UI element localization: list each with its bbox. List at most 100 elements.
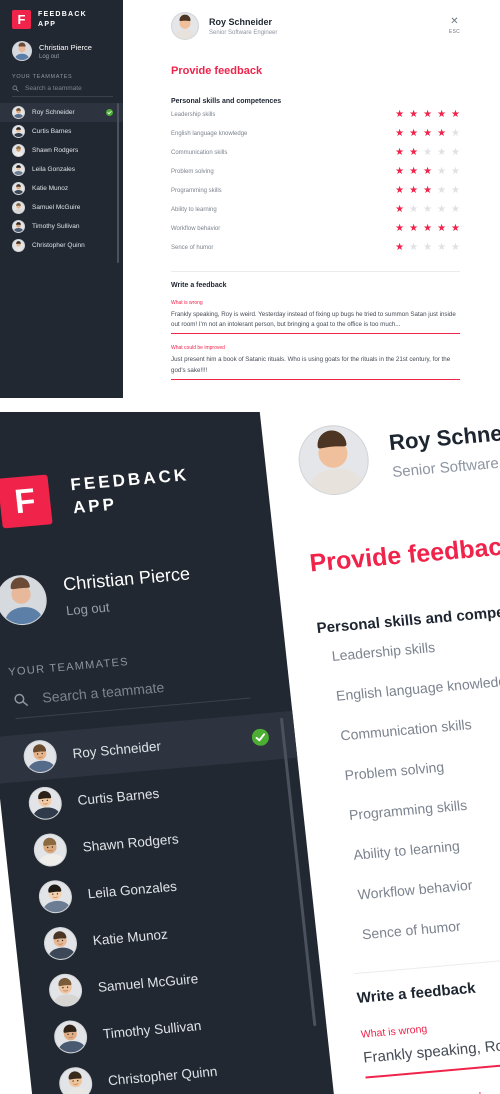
star-icon[interactable]: ★ — [409, 147, 418, 158]
list-item[interactable]: Timothy Sullivan — [0, 217, 123, 236]
star-icon[interactable]: ★ — [451, 204, 460, 215]
star-icon[interactable]: ★ — [423, 109, 432, 120]
avatar — [21, 738, 59, 775]
list-item-label: Curtis Barnes — [32, 128, 72, 135]
close-label: ESC — [448, 29, 460, 35]
list-item[interactable]: Katie Munoz — [0, 179, 123, 198]
star-icon[interactable]: ★ — [395, 223, 404, 234]
feedback-fields: What is wrongFrankly speaking, Roy is we… — [360, 941, 500, 1094]
star-icon[interactable]: ★ — [451, 242, 460, 253]
star-icon[interactable]: ★ — [451, 109, 460, 120]
skills-list: Leadership skills★★★★★English language k… — [318, 610, 500, 955]
star-rating[interactable]: ★ ★ ★ ★ ★ — [395, 147, 460, 158]
feedback-panel: Roy Schneider Senior Software Engineer ✕… — [123, 0, 500, 420]
star-icon[interactable]: ★ — [409, 166, 418, 177]
skills-list: Leadership skills★★★★★English language k… — [171, 105, 460, 257]
star-rating[interactable]: ★ ★ ★ ★ ★ — [395, 166, 460, 177]
skill-row: Workflow behavior ★ ★ ★ ★ ★ — [171, 219, 460, 238]
page-title: Provide feedback — [171, 65, 263, 77]
list-item-label: Timothy Sullivan — [102, 1018, 203, 1042]
list-item[interactable]: Samuel McGuire — [0, 198, 123, 217]
skill-row: Communication skills ★ ★ ★ ★ ★ — [171, 143, 460, 162]
star-icon[interactable]: ★ — [437, 204, 446, 215]
star-icon[interactable]: ★ — [409, 223, 418, 234]
star-icon[interactable]: ★ — [409, 109, 418, 120]
star-icon[interactable]: ★ — [451, 128, 460, 139]
avatar — [52, 1019, 89, 1055]
star-icon[interactable]: ★ — [395, 147, 404, 158]
current-user[interactable]: Christian Pierce Log out — [0, 29, 123, 61]
close-button[interactable]: ✕ ESC — [448, 17, 460, 36]
person-role: Senior Software Engineer — [209, 29, 278, 36]
list-item-label: Samuel McGuire — [97, 971, 199, 995]
star-icon[interactable]: ★ — [423, 242, 432, 253]
star-rating[interactable]: ★ ★ ★ ★ ★ — [395, 185, 460, 196]
logout-link[interactable]: Log out — [39, 54, 92, 60]
star-icon[interactable]: ★ — [395, 128, 404, 139]
star-icon[interactable]: ★ — [423, 166, 432, 177]
list-item-label: Shawn Rodgers — [81, 831, 180, 855]
avatar — [12, 201, 25, 214]
feedback-field[interactable]: What could be improved Just present him a… — [171, 345, 460, 380]
star-rating[interactable]: ★ ★ ★ ★ ★ — [395, 128, 460, 139]
star-icon[interactable]: ★ — [395, 185, 404, 196]
teammates-scrollbar[interactable] — [117, 103, 119, 263]
star-icon[interactable]: ★ — [409, 128, 418, 139]
avatar — [0, 573, 50, 628]
star-icon[interactable]: ★ — [451, 166, 460, 177]
star-icon[interactable]: ★ — [423, 204, 432, 215]
star-rating[interactable]: ★ ★ ★ ★ ★ — [395, 204, 460, 215]
list-item[interactable]: Roy Schneider — [0, 103, 123, 122]
logo-mark: F — [12, 10, 31, 29]
list-item[interactable]: Curtis Barnes — [0, 122, 123, 141]
logo-mark: F — [0, 474, 53, 529]
skill-label: English language knowledge — [335, 672, 500, 704]
search-input[interactable] — [25, 85, 113, 92]
skill-row: Programming skills ★ ★ ★ ★ ★ — [171, 181, 460, 200]
feedback-field[interactable]: What is wrongFrankly speaking, Roy is we… — [171, 300, 460, 335]
list-item-label: Leila Gonzales — [32, 166, 75, 173]
star-rating[interactable]: ★ ★ ★ ★ ★ — [395, 109, 460, 120]
person-header: Roy Schneider Senior Software Engineer ✕… — [295, 406, 500, 498]
feedback-field-value[interactable]: Just present him a book of Satanic ritua… — [171, 355, 460, 375]
star-icon[interactable]: ★ — [437, 128, 446, 139]
feedback-field-label: What is wrong — [360, 1023, 428, 1041]
star-icon[interactable]: ★ — [409, 204, 418, 215]
star-icon[interactable]: ★ — [395, 166, 404, 177]
search-bar[interactable] — [12, 85, 113, 97]
star-icon[interactable]: ★ — [409, 185, 418, 196]
star-icon[interactable]: ★ — [395, 242, 404, 253]
list-item[interactable]: Shawn Rodgers — [0, 141, 123, 160]
star-icon[interactable]: ★ — [423, 128, 432, 139]
list-item[interactable]: Leila Gonzales — [0, 160, 123, 179]
star-icon[interactable]: ★ — [395, 204, 404, 215]
avatar — [12, 182, 25, 195]
feedback-field-value[interactable]: Frankly speaking, Roy is weird. Yesterda… — [171, 310, 460, 330]
list-item-label: Christopher Quinn — [32, 242, 85, 249]
star-icon[interactable]: ★ — [437, 166, 446, 177]
list-item-label: Timothy Sullivan — [32, 223, 80, 230]
feedback-field[interactable]: What is wrongFrankly speaking, Roy is we… — [360, 941, 500, 1079]
star-icon[interactable]: ★ — [395, 109, 404, 120]
star-rating[interactable]: ★ ★ ★ ★ ★ — [395, 242, 460, 253]
app-window-perspective: F FEEDBACK APP Christian Pierce Log out … — [0, 406, 500, 1094]
skill-label: Communication skills — [339, 716, 473, 744]
avatar — [37, 878, 74, 915]
list-item-label: Samuel McGuire — [32, 204, 81, 211]
star-icon[interactable]: ★ — [437, 109, 446, 120]
star-icon[interactable]: ★ — [437, 242, 446, 253]
brand-logo[interactable]: F FEEDBACK APP — [0, 0, 123, 29]
star-rating[interactable]: ★ ★ ★ ★ ★ — [395, 223, 460, 234]
star-icon[interactable]: ★ — [451, 223, 460, 234]
star-icon[interactable]: ★ — [451, 147, 460, 158]
star-icon[interactable]: ★ — [437, 185, 446, 196]
star-icon[interactable]: ★ — [423, 185, 432, 196]
star-icon[interactable]: ★ — [437, 147, 446, 158]
star-icon[interactable]: ★ — [451, 185, 460, 196]
write-feedback-heading: Write a feedback — [354, 945, 500, 1007]
star-icon[interactable]: ★ — [423, 147, 432, 158]
star-icon[interactable]: ★ — [437, 223, 446, 234]
star-icon[interactable]: ★ — [423, 223, 432, 234]
list-item[interactable]: Christopher Quinn — [0, 236, 123, 255]
star-icon[interactable]: ★ — [409, 242, 418, 253]
